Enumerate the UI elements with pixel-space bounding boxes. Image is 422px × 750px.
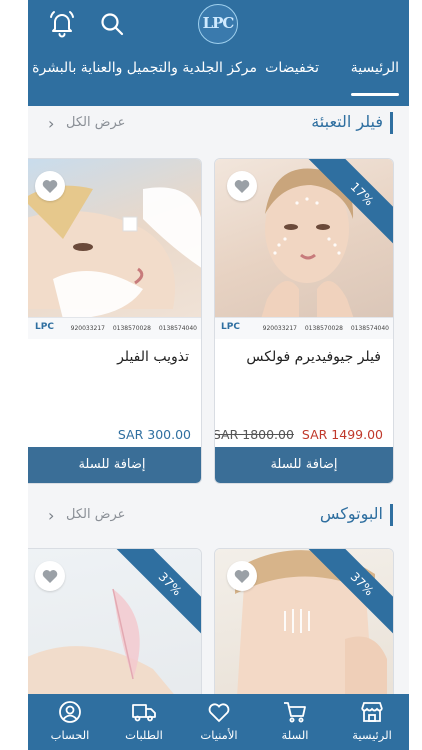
store-icon — [361, 702, 383, 722]
sale-price: SAR 1499.00 — [301, 427, 383, 442]
favorite-button[interactable] — [35, 561, 65, 591]
product-image[interactable]: 17% LPC 0138574040 0138570028 920033217 — [215, 159, 393, 339]
add-to-cart-button[interactable]: إضافة للسلة — [28, 447, 201, 483]
favorite-button[interactable] — [35, 171, 65, 201]
view-all-label: عرض الكل — [66, 507, 126, 522]
section-title: البوتوكس — [319, 504, 383, 523]
brand-phone: 0138574040 — [350, 325, 389, 332]
brand-strip-logo: LPC — [35, 322, 54, 332]
active-tab-indicator — [351, 93, 399, 96]
chevron-left-icon: ‹ — [48, 506, 55, 525]
nav-orders[interactable]: الطلبات — [109, 700, 179, 742]
old-price: SAR 1800.00 — [214, 427, 294, 442]
logo-text: LPC — [202, 14, 235, 32]
heart-icon — [234, 570, 250, 583]
search-icon[interactable] — [96, 8, 128, 40]
top-header: LPC الرئيسية تخفيضات مركز الجلدية والتجم… — [28, 0, 409, 106]
tab-home[interactable]: الرئيسية — [351, 60, 399, 76]
bottom-navigation: الرئيسية السلة الأمنيات الطلبات الحساب — [28, 694, 409, 750]
nav-home[interactable]: الرئيسية — [337, 700, 407, 742]
user-icon — [59, 701, 81, 723]
product-card[interactable]: 17% LPC 0138574040 0138570028 920033217 … — [214, 158, 394, 484]
view-all-link[interactable]: ‹ عرض الكل — [48, 506, 126, 525]
heart-icon — [42, 570, 58, 583]
heart-icon — [234, 180, 250, 193]
view-all-label: عرض الكل — [66, 115, 126, 130]
favorite-button[interactable] — [227, 561, 257, 591]
category-tabs: الرئيسية تخفيضات مركز الجلدية والتجميل و… — [28, 60, 409, 86]
nav-label: الرئيسية — [352, 728, 392, 742]
tab-discounts[interactable]: تخفيضات — [265, 60, 319, 76]
section-header-filler: فيلر التعبئة ‹ عرض الكل — [28, 108, 409, 138]
brand-phone: 920033217 — [70, 325, 105, 332]
price: SAR 300.00 — [117, 427, 191, 442]
cart-icon — [284, 702, 306, 723]
price-row: SAR 1800.00 SAR 1499.00 — [214, 427, 383, 442]
section-title: فيلر التعبئة — [311, 112, 383, 131]
product-card[interactable]: LPC 0138574040 0138570028 920033217 تذوي… — [28, 158, 202, 484]
brand-strip-logo: LPC — [221, 322, 240, 332]
product-image[interactable]: LPC 0138574040 0138570028 920033217 — [28, 159, 201, 339]
brand-strip: LPC 0138574040 0138570028 920033217 — [28, 317, 201, 339]
bell-icon[interactable] — [46, 8, 78, 40]
section-header-botox: البوتوكس ‹ عرض الكل — [28, 500, 409, 530]
heart-icon — [208, 703, 230, 723]
brand-phone: 0138570028 — [304, 325, 343, 332]
section-accent-bar — [390, 112, 393, 134]
chevron-left-icon: ‹ — [48, 114, 55, 133]
nav-label: الأمنيات — [200, 728, 238, 742]
nav-cart[interactable]: السلة — [260, 700, 330, 742]
brand-strip: LPC 0138574040 0138570028 920033217 — [215, 317, 393, 339]
nav-account[interactable]: الحساب — [35, 700, 105, 742]
nav-label: الطلبات — [125, 728, 163, 742]
section-accent-bar — [390, 504, 393, 526]
app-screen: LPC الرئيسية تخفيضات مركز الجلدية والتجم… — [28, 0, 409, 750]
nav-wishlist[interactable]: الأمنيات — [184, 700, 254, 742]
nav-label: الحساب — [50, 728, 90, 742]
brand-logo[interactable]: LPC — [198, 4, 238, 44]
product-name[interactable]: تذويب الفيلر — [117, 349, 189, 365]
price-row: SAR 300.00 — [118, 427, 191, 442]
brand-phone: 920033217 — [262, 325, 297, 332]
view-all-link[interactable]: ‹ عرض الكل — [48, 114, 126, 133]
brand-phone: 0138570028 — [112, 325, 151, 332]
favorite-button[interactable] — [227, 171, 257, 201]
truck-icon — [132, 704, 156, 722]
add-to-cart-button[interactable]: إضافة للسلة — [215, 447, 393, 483]
product-name[interactable]: فيلر جيوفيديرم فولكس — [246, 349, 381, 365]
brand-phone: 0138574040 — [158, 325, 197, 332]
heart-icon — [42, 180, 58, 193]
nav-label: السلة — [281, 728, 309, 742]
tab-dermatology-center[interactable]: مركز الجلدية والتجميل والعناية بالبشرة — [32, 60, 257, 76]
